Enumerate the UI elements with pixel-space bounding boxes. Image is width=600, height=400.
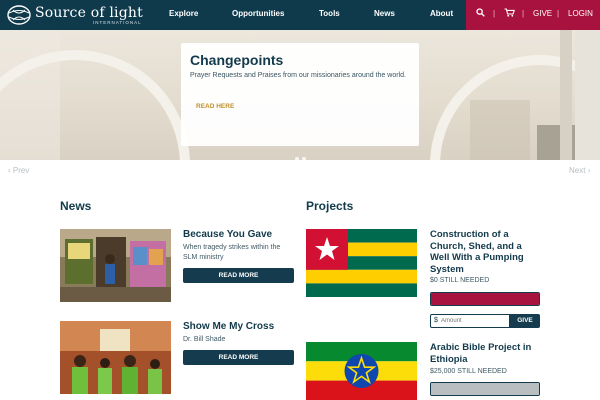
give-button[interactable]: GIVE bbox=[510, 314, 540, 328]
ethiopia-flag-image bbox=[306, 342, 417, 400]
cart-icon bbox=[504, 8, 515, 17]
news-subtitle: Dr. Bill Shade bbox=[183, 336, 226, 343]
background-pillar bbox=[575, 30, 600, 160]
funding-progress-bar bbox=[430, 382, 540, 396]
news-image[interactable] bbox=[60, 321, 171, 394]
nav-about[interactable]: About bbox=[430, 9, 453, 18]
project-title[interactable]: Construction of a Church, Shed, and a We… bbox=[430, 229, 542, 275]
projects-heading: Projects bbox=[306, 199, 354, 213]
hero-card: Changepoints Prayer Requests and Praises… bbox=[181, 43, 419, 146]
still-needed-text: $25,000 STILL NEEDED bbox=[430, 368, 507, 375]
hero-pointer bbox=[292, 164, 306, 171]
project-image[interactable] bbox=[306, 342, 417, 400]
news-heading: News bbox=[60, 199, 92, 213]
read-here-link[interactable]: READ HERE bbox=[196, 103, 234, 110]
read-more-button[interactable]: READ MORE bbox=[183, 268, 294, 283]
logo-subtitle: INTERNATIONAL bbox=[93, 20, 142, 25]
news-subtitle: When tragedy strikes within the SLM mini… bbox=[183, 244, 281, 261]
prev-button[interactable]: ‹ Prev bbox=[8, 166, 29, 175]
search-icon bbox=[476, 8, 485, 17]
next-label: Next bbox=[569, 166, 586, 175]
project-title[interactable]: Arabic Bible Project in Ethiopia bbox=[430, 342, 542, 365]
hero-description: Prayer Requests and Praises from our mis… bbox=[190, 72, 406, 79]
globe-icon bbox=[7, 5, 31, 25]
news-photo-street bbox=[60, 229, 171, 302]
nav-explore[interactable]: Explore bbox=[169, 9, 198, 18]
still-needed-text: $0 STILL NEEDED bbox=[430, 277, 490, 284]
nav-opportunities[interactable]: Opportunities bbox=[232, 9, 284, 18]
search-button[interactable] bbox=[476, 8, 485, 19]
separator: | bbox=[522, 9, 525, 18]
nav-news[interactable]: News bbox=[374, 9, 395, 18]
utility-bar: | | GIVE | LOGIN bbox=[466, 0, 600, 30]
donation-amount-field[interactable]: $ bbox=[430, 314, 510, 328]
site-header: Source of light INTERNATIONAL Explore Op… bbox=[0, 0, 600, 30]
chevron-left-icon: ‹ bbox=[8, 166, 11, 175]
separator: | bbox=[493, 9, 496, 18]
login-link[interactable]: LOGIN bbox=[568, 9, 593, 18]
togo-flag-image bbox=[306, 229, 417, 297]
funding-progress-bar bbox=[430, 292, 540, 306]
site-logo[interactable]: Source of light INTERNATIONAL bbox=[7, 4, 159, 26]
slide-dot[interactable] bbox=[302, 157, 306, 161]
project-image[interactable] bbox=[306, 229, 417, 297]
nav-tools[interactable]: Tools bbox=[319, 9, 340, 18]
slide-dot[interactable] bbox=[295, 157, 299, 161]
news-photo-church bbox=[60, 321, 171, 394]
cart-button[interactable] bbox=[504, 8, 515, 19]
background-arch bbox=[0, 50, 190, 160]
hero-title: Changepoints bbox=[190, 52, 284, 68]
give-link[interactable]: GIVE bbox=[533, 9, 552, 18]
chevron-right-icon: › bbox=[587, 166, 591, 175]
news-title[interactable]: Because You Gave bbox=[183, 229, 272, 240]
news-title[interactable]: Show Me My Cross bbox=[183, 321, 274, 332]
logo-text: Source of light bbox=[35, 5, 143, 21]
progress-fill bbox=[431, 293, 539, 305]
background-window bbox=[470, 100, 530, 160]
separator: | bbox=[557, 9, 560, 18]
currency-symbol: $ bbox=[434, 317, 438, 324]
prev-label: Prev bbox=[12, 166, 30, 175]
amount-input[interactable] bbox=[441, 316, 507, 326]
background-pillar bbox=[560, 30, 572, 160]
progress-fill bbox=[431, 383, 539, 395]
read-more-button[interactable]: READ MORE bbox=[183, 350, 294, 365]
next-button[interactable]: Next › bbox=[569, 166, 590, 175]
news-image[interactable] bbox=[60, 229, 171, 302]
